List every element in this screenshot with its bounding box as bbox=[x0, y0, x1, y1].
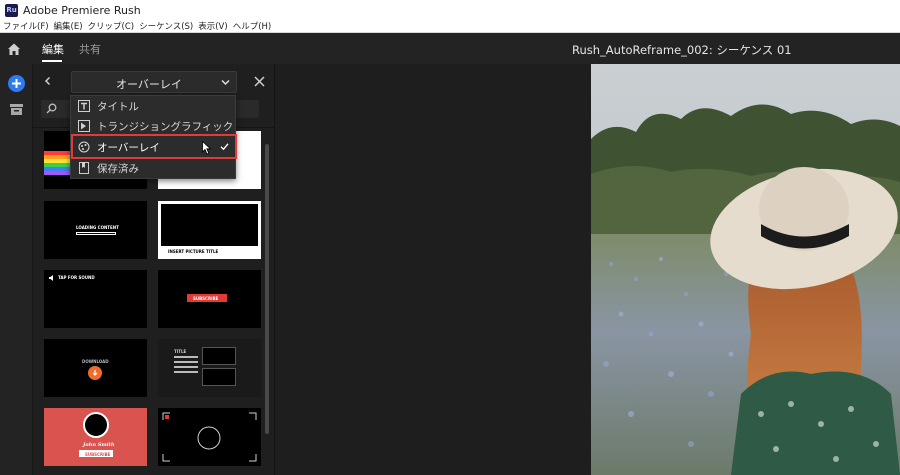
search-icon bbox=[46, 103, 57, 114]
window-title: Adobe Premiere Rush bbox=[23, 3, 141, 17]
dropdown-option-transition[interactable]: トランジショングラフィック bbox=[71, 116, 235, 136]
dropdown-option-transition-label: トランジショングラフィック bbox=[97, 121, 234, 133]
insert-picture-text: INSERT PICTURE TITLE bbox=[168, 249, 219, 254]
category-dropdown[interactable]: オーバーレイ bbox=[71, 71, 237, 93]
dropdown-option-saved[interactable]: 保存済み bbox=[71, 158, 235, 178]
avatar-circle bbox=[83, 412, 109, 438]
app-logo: Ru bbox=[5, 3, 18, 17]
app-header: 編集 共有 Rush_AutoReframe_002: シーケンス 01 bbox=[0, 33, 900, 64]
saved-icon bbox=[79, 162, 89, 174]
left-rail bbox=[0, 64, 33, 475]
menu-view[interactable]: 表示(V) bbox=[198, 20, 227, 32]
rec-frame-graphic bbox=[162, 412, 257, 462]
loading-bar bbox=[76, 232, 116, 235]
speaker-icon bbox=[49, 275, 53, 281]
menu-file[interactable]: ファイル(F) bbox=[3, 20, 49, 32]
mouse-cursor-icon bbox=[202, 141, 212, 155]
thumbnail-tap-sound[interactable]: TAP FOR SOUND bbox=[44, 270, 147, 328]
subscribe-badge: SUBSCRIBE bbox=[187, 294, 227, 302]
thumbnail-download[interactable]: DOWNLOAD bbox=[44, 339, 147, 397]
grid-line-3 bbox=[174, 366, 198, 368]
tap-sound-text: TAP FOR SOUND bbox=[58, 275, 95, 280]
grid-line-1 bbox=[174, 356, 198, 358]
add-media-button[interactable] bbox=[8, 75, 25, 92]
window-titlebar: Ru Adobe Premiere Rush bbox=[0, 0, 900, 20]
menu-edit[interactable]: 編集(E) bbox=[54, 20, 83, 32]
timeline-area[interactable] bbox=[276, 64, 591, 475]
menu-bar: ファイル(F) 編集(E) クリップ(C) シーケンス(S) 表示(V) ヘルプ… bbox=[0, 20, 900, 33]
media-library-icon[interactable] bbox=[10, 104, 23, 115]
category-dropdown-label: オーバーレイ bbox=[116, 78, 182, 91]
menu-sequence[interactable]: シーケンス(S) bbox=[139, 20, 193, 32]
close-icon[interactable] bbox=[254, 76, 265, 87]
home-icon[interactable] bbox=[6, 41, 22, 57]
thumbnail-john-smith[interactable]: John Smith SUBSCRIBE bbox=[44, 408, 147, 466]
loading-text: LOADING CONTENT bbox=[76, 225, 119, 230]
subscribe-text: SUBSCRIBE bbox=[193, 296, 219, 301]
highlight-annotation-box bbox=[71, 134, 237, 159]
tab-active-indicator bbox=[42, 60, 62, 62]
download-text: DOWNLOAD bbox=[82, 359, 109, 364]
john-subscribe-text: SUBSCRIBE bbox=[85, 451, 111, 457]
grid-title-text: TITLE bbox=[174, 349, 187, 354]
tab-share[interactable]: 共有 bbox=[79, 41, 101, 57]
download-arrow-icon bbox=[92, 370, 98, 376]
grid-line-2 bbox=[174, 361, 198, 363]
preview-image bbox=[591, 64, 900, 475]
checkmark-icon bbox=[220, 143, 229, 151]
dropdown-option-title-label: タイトル bbox=[97, 101, 139, 113]
thumbnail-subscribe[interactable]: SUBSCRIBE bbox=[158, 270, 261, 328]
title-icon bbox=[78, 100, 90, 112]
thumbnail-text-grid[interactable]: TITLE bbox=[158, 339, 261, 397]
thumbnail-rec-frame[interactable] bbox=[158, 408, 261, 466]
panel-scrollbar[interactable] bbox=[265, 144, 269, 434]
picture-frame bbox=[161, 204, 258, 246]
john-subscribe-button: SUBSCRIBE bbox=[79, 450, 113, 457]
grid-box-2 bbox=[202, 368, 236, 386]
plus-icon bbox=[12, 79, 21, 88]
back-arrow-icon[interactable] bbox=[43, 76, 53, 86]
john-smith-text: John Smith bbox=[83, 442, 115, 448]
menu-help[interactable]: ヘルプ(H) bbox=[233, 20, 272, 32]
app-window: Ru Adobe Premiere Rush ファイル(F) 編集(E) クリッ… bbox=[0, 0, 900, 475]
grid-line-4 bbox=[174, 371, 198, 373]
dropdown-option-saved-label: 保存済み bbox=[97, 163, 139, 175]
thumbnail-loading[interactable]: LOADING CONTENT bbox=[44, 201, 147, 259]
chevron-down-icon bbox=[221, 79, 230, 86]
video-preview[interactable] bbox=[591, 64, 900, 475]
project-title: Rush_AutoReframe_002: シーケンス 01 bbox=[572, 43, 792, 57]
tab-edit[interactable]: 編集 bbox=[42, 41, 64, 57]
transition-icon bbox=[78, 120, 90, 132]
grid-box-1 bbox=[202, 347, 236, 365]
dropdown-option-title[interactable]: タイトル bbox=[71, 96, 235, 116]
menu-clip[interactable]: クリップ(C) bbox=[88, 20, 135, 32]
thumbnail-insert-picture[interactable]: INSERT PICTURE TITLE bbox=[158, 201, 261, 259]
